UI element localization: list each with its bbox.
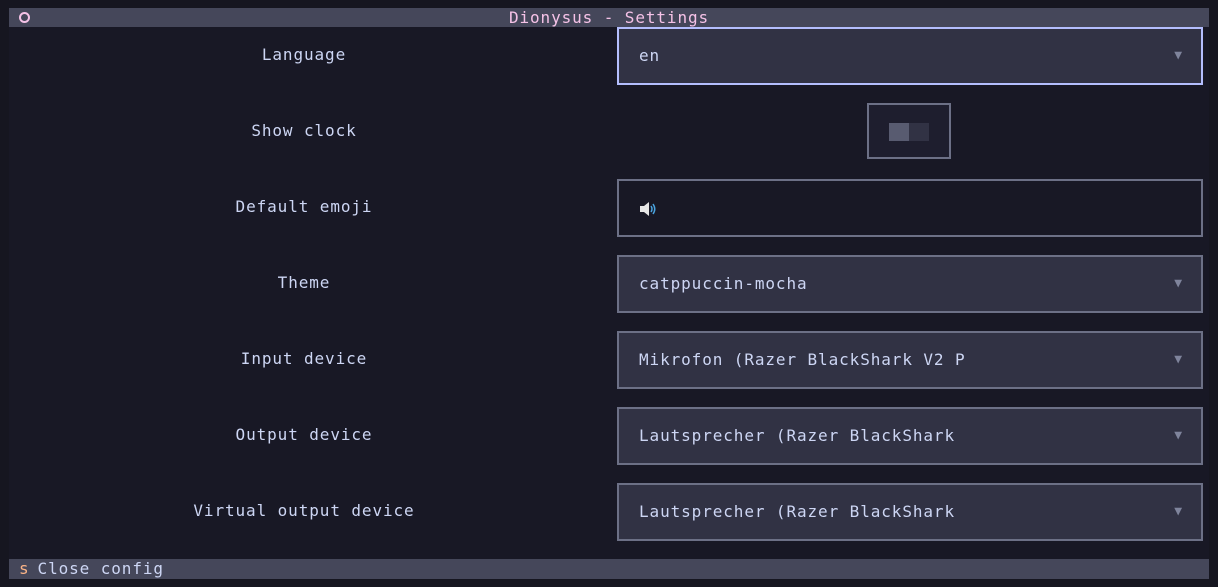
close-config-label[interactable]: Close config bbox=[38, 559, 164, 578]
settings-window: Dionysus - Settings Language en ▼ Show c… bbox=[9, 8, 1209, 579]
setting-row-output-device: Output device Lautsprecher (Razer BlackS… bbox=[9, 407, 1209, 465]
window-title: Dionysus - Settings bbox=[508, 8, 710, 27]
default-emoji-field[interactable] bbox=[617, 179, 1203, 237]
default-emoji-label: Default emoji bbox=[235, 197, 373, 216]
language-select[interactable]: en ▼ bbox=[617, 27, 1203, 85]
chevron-down-icon: ▼ bbox=[1174, 352, 1183, 367]
output-device-select[interactable]: Lautsprecher (Razer BlackShark ▼ bbox=[617, 407, 1203, 465]
setting-row-default-emoji: Default emoji bbox=[9, 179, 1209, 237]
output-device-value: Lautsprecher (Razer BlackShark bbox=[639, 426, 955, 445]
theme-value: catppuccin-mocha bbox=[639, 274, 808, 293]
settings-panel: Language en ▼ Show clock Default emoji T… bbox=[9, 27, 1209, 559]
output-device-label: Output device bbox=[235, 425, 373, 444]
virtual-output-device-value: Lautsprecher (Razer BlackShark bbox=[639, 502, 955, 521]
theme-label: Theme bbox=[277, 273, 331, 292]
footer-bar: s Close config bbox=[9, 559, 1209, 579]
toggle-knob bbox=[889, 123, 909, 141]
chevron-down-icon: ▼ bbox=[1174, 428, 1183, 443]
language-label: Language bbox=[261, 45, 347, 64]
title-bar: Dionysus - Settings bbox=[9, 8, 1209, 27]
toggle-track bbox=[889, 123, 929, 141]
language-value: en bbox=[639, 46, 661, 65]
setting-row-theme: Theme catppuccin-mocha ▼ bbox=[9, 255, 1209, 313]
setting-row-virtual-output-device: Virtual output device Lautsprecher (Raze… bbox=[9, 483, 1209, 541]
setting-row-input-device: Input device Mikrofon (Razer BlackShark … bbox=[9, 331, 1209, 389]
virtual-output-device-label: Virtual output device bbox=[193, 501, 415, 520]
input-device-select[interactable]: Mikrofon (Razer BlackShark V2 P ▼ bbox=[617, 331, 1203, 389]
theme-select[interactable]: catppuccin-mocha ▼ bbox=[617, 255, 1203, 313]
chevron-down-icon: ▼ bbox=[1174, 504, 1183, 519]
default-emoji-value bbox=[639, 181, 657, 235]
close-config-key[interactable]: s bbox=[19, 559, 30, 578]
setting-row-show-clock: Show clock bbox=[9, 103, 1209, 159]
virtual-output-device-select[interactable]: Lautsprecher (Razer BlackShark ▼ bbox=[617, 483, 1203, 541]
show-clock-label: Show clock bbox=[251, 121, 357, 140]
input-device-value: Mikrofon (Razer BlackShark V2 P bbox=[639, 350, 966, 369]
show-clock-toggle[interactable] bbox=[867, 103, 951, 159]
chevron-down-icon: ▼ bbox=[1174, 276, 1183, 291]
chevron-down-icon: ▼ bbox=[1174, 48, 1183, 63]
speaker-icon bbox=[640, 201, 656, 216]
input-device-label: Input device bbox=[240, 349, 368, 368]
setting-row-language: Language en ▼ bbox=[9, 27, 1209, 85]
